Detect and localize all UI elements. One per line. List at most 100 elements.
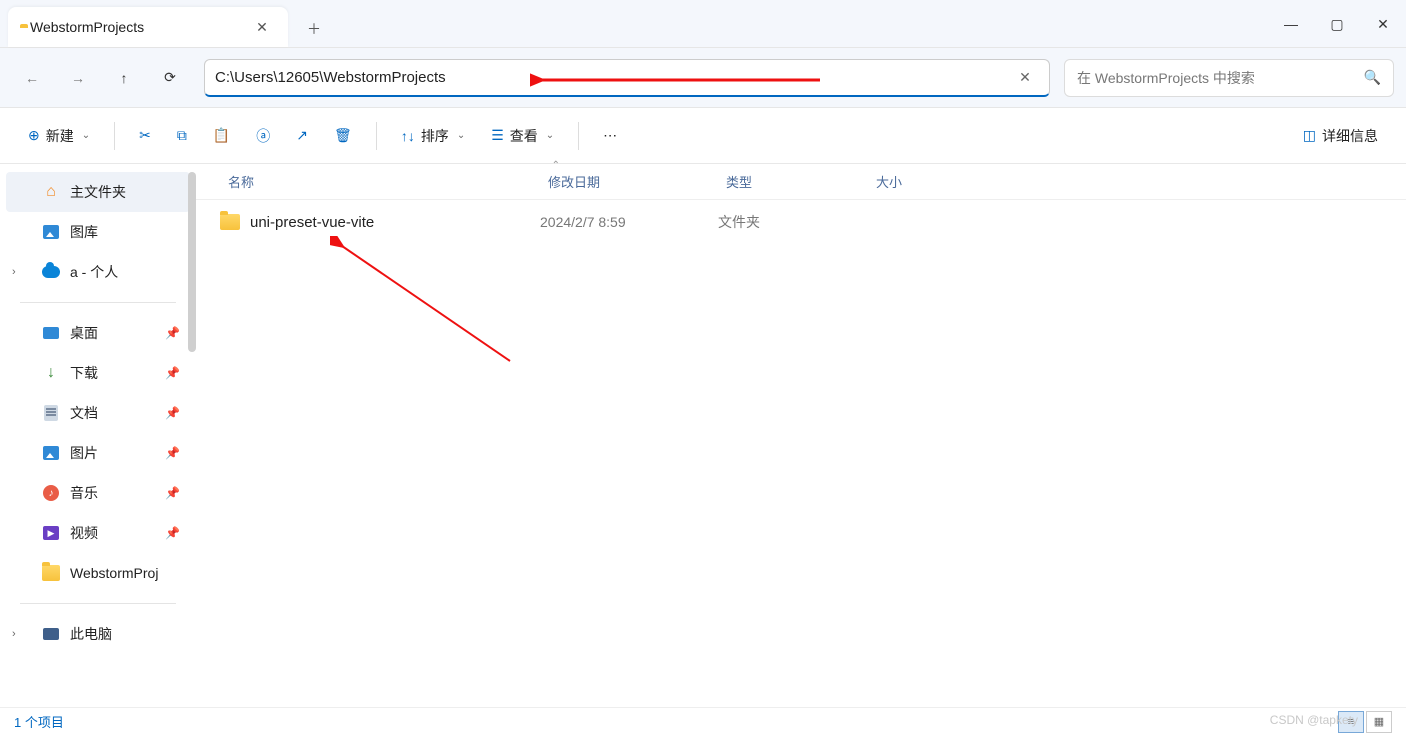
more-button[interactable]: ⋯ <box>593 118 627 154</box>
file-list: 名称 ⌃ 修改日期 类型 大小 uni-preset-vue-vite2024/… <box>196 164 1406 707</box>
copy-icon: ⧉ <box>177 127 187 144</box>
col-size-label: 大小 <box>876 175 902 190</box>
details-label: 详细信息 <box>1322 126 1378 146</box>
ellipsis-icon: ⋯ <box>603 127 617 144</box>
sort-label: 排序 <box>421 126 449 146</box>
pin-icon[interactable]: 📌 <box>165 366 180 380</box>
sidebar-item-label: 主文件夹 <box>70 182 126 202</box>
sidebar-item-label: 视频 <box>70 523 98 543</box>
gallery-icon <box>42 223 60 241</box>
tab-current[interactable]: WebstormProjects ✕ <box>8 7 288 47</box>
refresh-button[interactable]: ⟳ <box>150 58 190 98</box>
new-tab-button[interactable]: ＋ <box>296 11 332 47</box>
file-type: 文件夹 <box>718 212 868 232</box>
pin-icon[interactable]: 📌 <box>165 446 180 460</box>
folder-icon <box>42 564 60 582</box>
sort-button[interactable]: ↑↓ 排序 ⌄ <box>391 118 475 154</box>
chevron-right-icon[interactable]: › <box>12 628 16 640</box>
paste-button[interactable]: 📋 <box>203 118 240 154</box>
view-label: 查看 <box>510 126 538 146</box>
document-icon <box>42 404 60 422</box>
delete-button[interactable]: 🗑 <box>324 118 362 154</box>
download-icon: ↓ <box>42 364 60 382</box>
pin-icon[interactable]: 📌 <box>165 526 180 540</box>
sidebar-item-downloads[interactable]: ↓ 下载 📌 <box>6 353 190 393</box>
item-count: 1 个项目 <box>14 712 64 731</box>
video-icon: ▶ <box>42 524 60 542</box>
sidebar-scrollbar[interactable] <box>188 172 196 352</box>
chevron-down-icon: ⌄ <box>546 130 554 141</box>
separator <box>376 122 377 150</box>
copy-button[interactable]: ⧉ <box>167 118 197 154</box>
sidebar-item-onedrive[interactable]: › a - 个人 <box>6 252 190 292</box>
toolbar: ⊕ 新建 ⌄ ✂ ⧉ 📋 ⓐ ↗ 🗑 ↑↓ 排序 ⌄ ☰ 查看 ⌄ ⋯ ◫ 详细… <box>0 108 1406 164</box>
maximize-button[interactable]: ▢ <box>1314 0 1360 48</box>
separator <box>20 302 176 303</box>
trash-icon: 🗑 <box>334 127 352 144</box>
sidebar-item-label: 此电脑 <box>70 624 112 644</box>
search-placeholder: 在 WebstormProjects 中搜索 <box>1077 68 1255 88</box>
details-icon: ◫ <box>1303 127 1316 144</box>
minimize-button[interactable]: — <box>1268 0 1314 48</box>
search-box[interactable]: 在 WebstormProjects 中搜索 🔍 <box>1064 59 1394 97</box>
sort-indicator-icon: ⌃ <box>552 160 560 171</box>
plus-circle-icon: ⊕ <box>28 127 40 144</box>
grid-view-button[interactable]: ▦ <box>1366 711 1392 733</box>
details-pane-button[interactable]: ◫ 详细信息 <box>1293 118 1388 154</box>
sidebar-item-webstormprojects[interactable]: WebstormProj <box>6 553 190 593</box>
clear-address-icon[interactable]: ✕ <box>1011 63 1039 91</box>
sidebar-item-music[interactable]: ♪ 音乐 📌 <box>6 473 190 513</box>
close-window-button[interactable]: ✕ <box>1360 0 1406 48</box>
search-icon: 🔍 <box>1364 69 1381 86</box>
sidebar-item-label: 下载 <box>70 363 98 383</box>
rename-icon: ⓐ <box>256 126 270 146</box>
sidebar-item-gallery[interactable]: 图库 <box>6 212 190 252</box>
address-bar[interactable]: ✕ <box>204 59 1050 97</box>
table-row[interactable]: uni-preset-vue-vite2024/2/7 8:59文件夹 <box>196 200 1406 244</box>
titlebar: WebstormProjects ✕ ＋ — ▢ ✕ <box>0 0 1406 48</box>
main-area: ⌂ 主文件夹 图库 › a - 个人 桌面 📌 ↓ 下载 📌 文档 📌 <box>0 164 1406 707</box>
cut-button[interactable]: ✂ <box>129 118 161 154</box>
folder-icon <box>220 214 240 230</box>
rename-button[interactable]: ⓐ <box>246 118 280 154</box>
sidebar-item-label: 图库 <box>70 222 98 242</box>
sidebar-item-desktop[interactable]: 桌面 📌 <box>6 313 190 353</box>
new-button[interactable]: ⊕ 新建 ⌄ <box>18 118 100 154</box>
separator <box>20 603 176 604</box>
pc-icon <box>42 625 60 643</box>
sidebar-item-videos[interactable]: ▶ 视频 📌 <box>6 513 190 553</box>
window-controls: — ▢ ✕ <box>1268 0 1406 48</box>
separator <box>578 122 579 150</box>
sidebar-item-label: 图片 <box>70 443 98 463</box>
address-input[interactable] <box>215 69 1011 86</box>
tab-close-icon[interactable]: ✕ <box>248 13 276 41</box>
list-icon: ☰ <box>491 127 504 144</box>
sidebar-item-pictures[interactable]: 图片 📌 <box>6 433 190 473</box>
separator <box>114 122 115 150</box>
share-icon: ↗ <box>296 127 308 144</box>
forward-button[interactable]: → <box>58 58 98 98</box>
back-button[interactable]: ← <box>12 58 52 98</box>
chevron-down-icon: ⌄ <box>457 130 465 141</box>
pin-icon[interactable]: 📌 <box>165 406 180 420</box>
up-button[interactable]: ↑ <box>104 58 144 98</box>
col-type[interactable]: 类型 <box>718 172 868 191</box>
sidebar-item-documents[interactable]: 文档 📌 <box>6 393 190 433</box>
sort-icon: ↑↓ <box>401 128 415 144</box>
sidebar-item-home[interactable]: ⌂ 主文件夹 <box>6 172 190 212</box>
pin-icon[interactable]: 📌 <box>165 486 180 500</box>
col-name[interactable]: 名称 ⌃ <box>220 172 540 191</box>
pin-icon[interactable]: 📌 <box>165 326 180 340</box>
sidebar-item-thispc[interactable]: › 此电脑 <box>6 614 190 654</box>
chevron-right-icon[interactable]: › <box>12 266 16 278</box>
share-button[interactable]: ↗ <box>286 118 318 154</box>
tab-title: WebstormProjects <box>30 19 144 35</box>
col-date[interactable]: 修改日期 <box>540 172 718 191</box>
view-button[interactable]: ☰ 查看 ⌄ <box>481 118 564 154</box>
col-type-label: 类型 <box>726 175 752 190</box>
watermark: CSDN @tapkety <box>1270 713 1358 727</box>
col-size[interactable]: 大小 <box>868 172 998 191</box>
pictures-icon <box>42 444 60 462</box>
music-icon: ♪ <box>42 484 60 502</box>
scissors-icon: ✂ <box>139 127 151 144</box>
